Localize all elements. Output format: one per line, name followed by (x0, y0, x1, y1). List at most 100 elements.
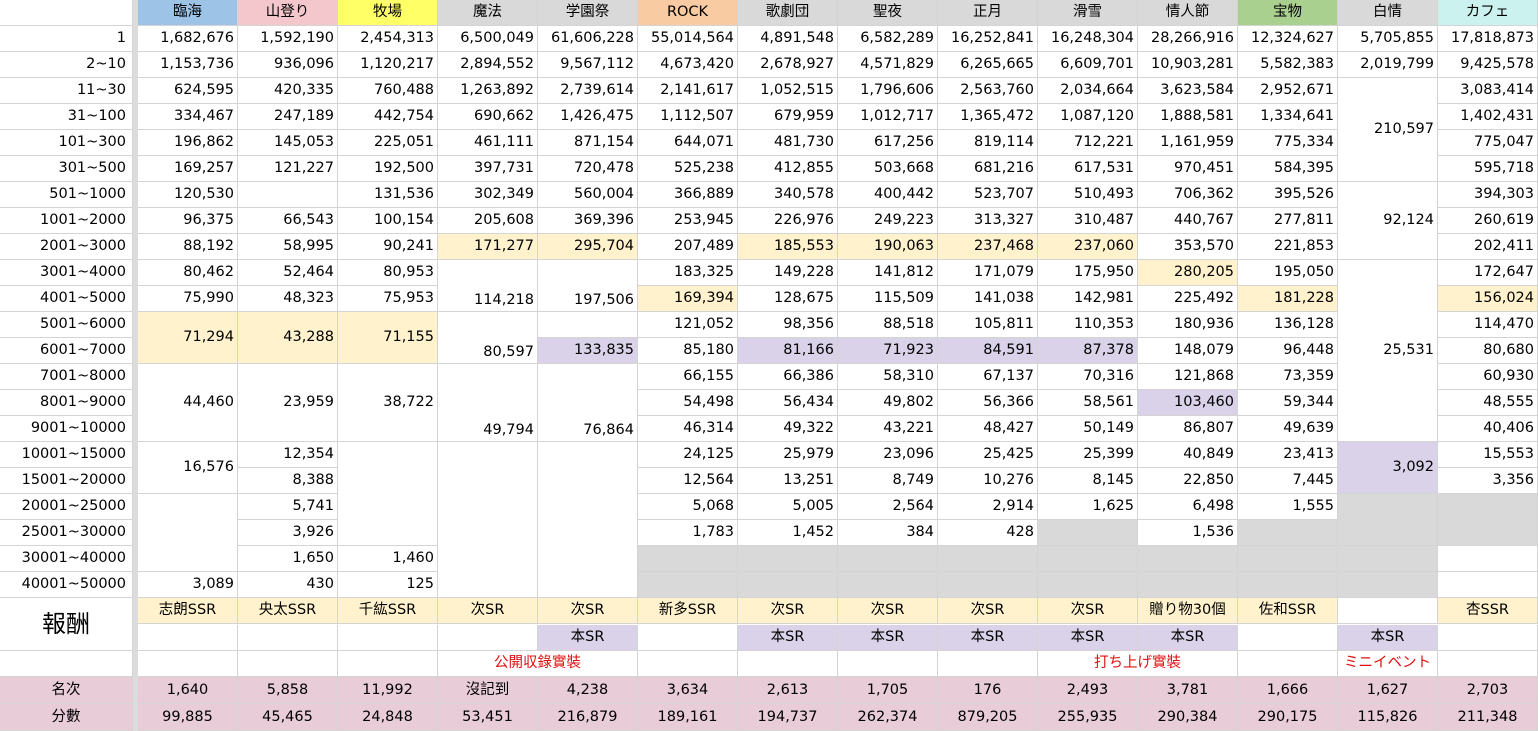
data-cell[interactable]: 145,053 (238, 130, 338, 156)
data-cell[interactable]: 3,356 (1438, 468, 1538, 494)
data-cell[interactable] (1238, 520, 1338, 546)
data-cell[interactable]: 690,662 (438, 104, 538, 130)
data-cell[interactable]: 71,923 (838, 338, 938, 364)
data-cell[interactable]: 2,739,614 (538, 78, 638, 104)
data-cell[interactable] (1338, 546, 1438, 572)
data-cell[interactable] (838, 572, 938, 598)
column-header-cell[interactable]: 山登り (238, 0, 338, 26)
data-cell[interactable]: 103,460 (1138, 390, 1238, 416)
data-cell[interactable]: 149,228 (738, 260, 838, 286)
data-cell[interactable]: 397,731 (438, 156, 538, 182)
data-cell[interactable]: 260,619 (1438, 208, 1538, 234)
rank-value-cell[interactable]: 沒記到 (438, 677, 538, 704)
data-cell[interactable]: 90,241 (338, 234, 438, 260)
data-cell[interactable]: 481,730 (738, 130, 838, 156)
data-cell[interactable]: 4,891,548 (738, 26, 838, 52)
reward-cell[interactable]: 央太SSR (238, 598, 338, 624)
reward-cell[interactable]: 佐和SSR (1238, 598, 1338, 624)
note-cell[interactable]: 打ち上げ實裝 (1038, 651, 1238, 677)
data-cell[interactable]: 706,362 (1138, 182, 1238, 208)
data-cell[interactable]: 353,570 (1138, 234, 1238, 260)
data-cell[interactable]: 1,555 (1238, 494, 1338, 520)
reward-sr-cell[interactable]: 本SR (838, 625, 938, 651)
data-cell[interactable]: 1,334,641 (1238, 104, 1338, 130)
data-cell[interactable]: 461,111 (438, 130, 538, 156)
column-header-cell[interactable]: 滑雪 (1038, 0, 1138, 26)
data-cell[interactable]: 7,445 (1238, 468, 1338, 494)
data-cell[interactable]: 775,047 (1438, 130, 1538, 156)
data-cell[interactable]: 2,034,664 (1038, 78, 1138, 104)
reward-cell[interactable]: 次SR (738, 598, 838, 624)
data-cell[interactable]: 1,161,959 (1138, 130, 1238, 156)
note-cell[interactable] (338, 651, 438, 677)
data-cell[interactable]: 46,314 (638, 416, 738, 442)
data-cell[interactable]: 253,945 (638, 208, 738, 234)
data-cell[interactable]: 48,323 (238, 286, 338, 312)
data-cell[interactable]: 3,083,414 (1438, 78, 1538, 104)
data-cell[interactable]: 3,092 (1338, 442, 1438, 494)
data-cell[interactable]: 110,353 (1038, 312, 1138, 338)
data-cell[interactable]: 624,595 (138, 78, 238, 104)
data-cell[interactable] (1038, 546, 1138, 572)
data-cell[interactable]: 23,413 (1238, 442, 1338, 468)
reward-sr-cell[interactable] (438, 625, 538, 651)
data-cell[interactable]: 80,462 (138, 260, 238, 286)
data-cell[interactable] (938, 572, 1038, 598)
column-header-cell[interactable]: 白情 (1338, 0, 1438, 26)
data-cell[interactable]: 6,498 (1138, 494, 1238, 520)
data-cell[interactable]: 523,707 (938, 182, 1038, 208)
data-cell[interactable]: 617,256 (838, 130, 938, 156)
data-cell[interactable] (1438, 572, 1538, 598)
data-cell[interactable]: 400,442 (838, 182, 938, 208)
data-cell[interactable]: 181,228 (1238, 286, 1338, 312)
note-cell[interactable] (138, 651, 238, 677)
data-cell[interactable]: 3,623,584 (1138, 78, 1238, 104)
data-cell[interactable]: 205,608 (438, 208, 538, 234)
data-cell[interactable]: 80,680 (1438, 338, 1538, 364)
column-header-cell[interactable]: 聖夜 (838, 0, 938, 26)
data-cell[interactable]: 84,591 (938, 338, 1038, 364)
data-cell[interactable]: 49,639 (1238, 416, 1338, 442)
data-cell[interactable] (338, 442, 438, 546)
note-cell[interactable] (238, 651, 338, 677)
data-cell[interactable]: 195,050 (1238, 260, 1338, 286)
rank-value-cell[interactable]: 11,992 (338, 677, 438, 704)
data-cell[interactable]: 280,205 (1138, 260, 1238, 286)
data-cell[interactable]: 128,675 (738, 286, 838, 312)
data-cell[interactable]: 1,682,676 (138, 26, 238, 52)
data-cell[interactable]: 5,582,383 (1238, 52, 1338, 78)
data-cell[interactable]: 43,288 (238, 312, 338, 364)
score-value-cell[interactable]: 211,348 (1438, 704, 1538, 731)
score-value-cell[interactable]: 879,205 (938, 704, 1038, 731)
data-cell[interactable]: 202,411 (1438, 234, 1538, 260)
data-cell[interactable]: 1,460 (338, 546, 438, 572)
data-cell[interactable]: 221,853 (1238, 234, 1338, 260)
data-cell[interactable]: 141,038 (938, 286, 1038, 312)
data-cell[interactable]: 49,794 (438, 364, 538, 442)
data-cell[interactable]: 190,063 (838, 234, 938, 260)
data-cell[interactable]: 185,553 (738, 234, 838, 260)
data-cell[interactable]: 584,395 (1238, 156, 1338, 182)
data-cell[interactable]: 5,705,855 (1338, 26, 1438, 52)
data-cell[interactable]: 58,561 (1038, 390, 1138, 416)
data-cell[interactable]: 5,068 (638, 494, 738, 520)
data-cell[interactable]: 171,277 (438, 234, 538, 260)
data-cell[interactable]: 96,375 (138, 208, 238, 234)
data-cell[interactable]: 16,248,304 (1038, 26, 1138, 52)
reward-cell[interactable]: 次SR (938, 598, 1038, 624)
data-cell[interactable]: 180,936 (1138, 312, 1238, 338)
reward-sr-cell[interactable]: 本SR (738, 625, 838, 651)
data-cell[interactable]: 133,835 (538, 338, 638, 364)
data-cell[interactable]: 58,995 (238, 234, 338, 260)
data-cell[interactable]: 1,365,472 (938, 104, 1038, 130)
data-cell[interactable]: 207,489 (638, 234, 738, 260)
data-cell[interactable]: 92,124 (1338, 182, 1438, 260)
data-cell[interactable]: 56,366 (938, 390, 1038, 416)
data-cell[interactable]: 22,850 (1138, 468, 1238, 494)
column-header-cell[interactable]: ROCK (638, 0, 738, 26)
data-cell[interactable]: 420,335 (238, 78, 338, 104)
data-cell[interactable]: 2,141,617 (638, 78, 738, 104)
data-cell[interactable]: 55,014,564 (638, 26, 738, 52)
data-cell[interactable]: 73,359 (1238, 364, 1338, 390)
data-cell[interactable]: 156,024 (1438, 286, 1538, 312)
